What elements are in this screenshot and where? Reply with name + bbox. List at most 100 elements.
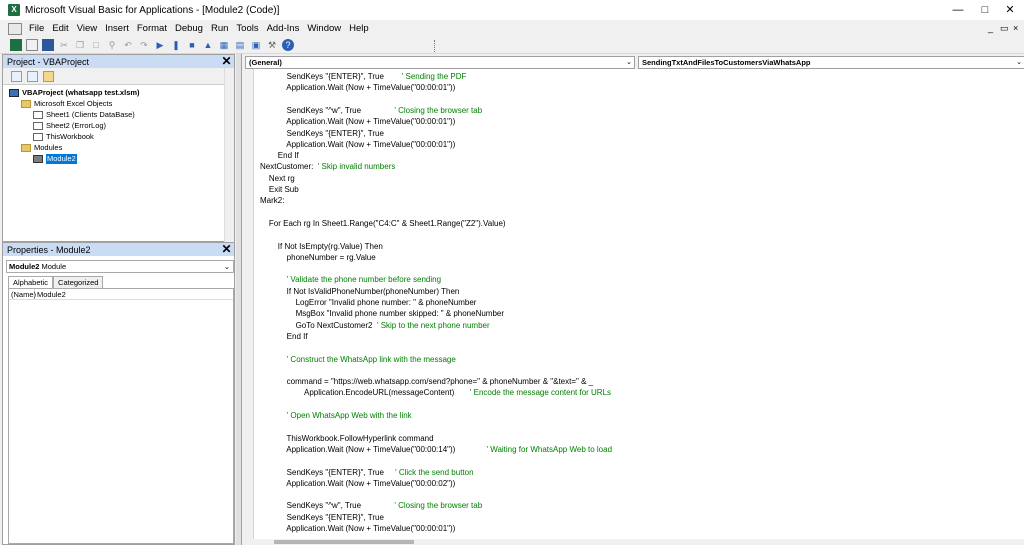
code-line[interactable]: command = "https://web.whatsapp.com/send…: [260, 376, 593, 387]
toolbox-icon[interactable]: ⚒: [266, 39, 278, 51]
menu-tools[interactable]: Tools: [232, 23, 262, 34]
mdi-restore-button[interactable]: ▭: [1000, 20, 1009, 37]
property-row[interactable]: (Name) Module2: [9, 289, 233, 300]
code-line[interactable]: Mark2:: [260, 195, 284, 206]
scroll-thumb[interactable]: [274, 540, 414, 544]
tree-node[interactable]: Sheet2 (ErrorLog): [33, 121, 106, 131]
menu-help[interactable]: Help: [345, 23, 373, 34]
code-line[interactable]: If Not IsEmpty(rg.Value) Then: [260, 241, 383, 252]
properties-pane-header: Properties - Module2 ✕: [3, 243, 234, 256]
tree-node-label: Modules: [34, 143, 63, 152]
menu-debug[interactable]: Debug: [171, 23, 207, 34]
code-line[interactable]: SendKeys "{ENTER}", True: [260, 512, 384, 523]
code-line[interactable]: If Not IsValidPhoneNumber(phoneNumber) T…: [260, 286, 460, 297]
code-line[interactable]: Application.EncodeURL(messageContent) ' …: [260, 387, 611, 398]
mdi-minimize-button[interactable]: _: [988, 20, 993, 37]
code-line[interactable]: End If: [260, 150, 299, 161]
view-code-icon[interactable]: [11, 71, 22, 82]
menu-view[interactable]: View: [73, 23, 101, 34]
code-line[interactable]: SendKeys "^w", True ' Closing the browse…: [260, 105, 483, 116]
undo-icon[interactable]: ↶: [122, 39, 134, 51]
code-line[interactable]: phoneNumber = rg.Value: [260, 252, 376, 263]
tree-node-label: VBAProject (whatsapp test.xlsm): [22, 88, 140, 97]
close-button[interactable]: ✕: [990, 0, 1024, 20]
code-line[interactable]: Application.Wait (Now + TimeValue("00:00…: [260, 116, 455, 127]
mdi-close-button[interactable]: ×: [1013, 20, 1018, 37]
project-explorer-icon[interactable]: ▦: [218, 39, 230, 51]
code-line[interactable]: ' Construct the WhatsApp link with the m…: [260, 354, 456, 365]
tree-node[interactable]: Module2: [33, 154, 77, 164]
reset-icon[interactable]: ■: [186, 39, 198, 51]
cut-icon[interactable]: ✂: [58, 39, 70, 51]
code-horizontal-scrollbar[interactable]: [242, 539, 1024, 545]
tree-node[interactable]: Modules: [21, 143, 62, 153]
code-line[interactable]: Application.Wait (Now + TimeValue("00:00…: [260, 444, 612, 455]
code-line[interactable]: SendKeys "^w", True ' Closing the browse…: [260, 500, 483, 511]
menu-format[interactable]: Format: [133, 23, 171, 34]
properties-window-icon[interactable]: ▤: [234, 39, 246, 51]
view-object-icon[interactable]: [27, 71, 38, 82]
chevron-down-icon: ⌄: [626, 59, 632, 66]
menu-run[interactable]: Run: [207, 23, 232, 34]
code-editor[interactable]: SendKeys "{ENTER}", True ' Sending the P…: [254, 69, 1024, 539]
paste-icon[interactable]: □: [90, 39, 102, 51]
object-browser-icon[interactable]: ▣: [250, 39, 262, 51]
code-line[interactable]: ' Open WhatsApp Web with the link: [260, 410, 412, 421]
code-line[interactable]: SendKeys "{ENTER}", True ' Sending the P…: [260, 71, 467, 82]
code-line[interactable]: LogError "Invalid phone number: " & phon…: [260, 297, 477, 308]
tree-node[interactable]: ThisWorkbook: [33, 132, 94, 142]
code-line[interactable]: Application.Wait (Now + TimeValue("00:00…: [260, 478, 455, 489]
object-select[interactable]: Module2 Module ⌄: [6, 260, 234, 273]
code-line[interactable]: End If: [260, 331, 308, 342]
code-line[interactable]: Application.Wait (Now + TimeValue("00:00…: [260, 139, 455, 150]
toggle-folders-icon[interactable]: [43, 71, 54, 82]
copy-icon[interactable]: ❐: [74, 39, 86, 51]
help-icon[interactable]: ?: [282, 39, 294, 51]
menu-edit[interactable]: Edit: [48, 23, 72, 34]
code-line[interactable]: MsgBox "Invalid phone number skipped: " …: [260, 308, 504, 319]
code-line[interactable]: Exit Sub: [260, 184, 299, 195]
insert-userform-icon[interactable]: [26, 39, 38, 51]
toolbar-grip[interactable]: [434, 40, 441, 52]
procedure-combo[interactable]: SendingTxtAndFilesToCustomersViaWhatsApp…: [638, 56, 1024, 69]
redo-icon[interactable]: ↷: [138, 39, 150, 51]
properties-pane-close-icon[interactable]: ✕: [221, 243, 232, 256]
code-text: Application.EncodeURL(messageContent): [260, 388, 470, 398]
code-header: (General) ⌄ SendingTxtAndFilesToCustomer…: [242, 54, 1024, 69]
code-window: (General) ⌄ SendingTxtAndFilesToCustomer…: [241, 54, 1024, 545]
code-line[interactable]: NextCustomer: ' Skip invalid numbers: [260, 161, 395, 172]
code-line[interactable]: SendKeys "{ENTER}", True: [260, 128, 384, 139]
code-text: SendKeys "^w", True: [260, 501, 395, 511]
code-line[interactable]: Application.Wait (Now + TimeValue("00:00…: [260, 82, 455, 93]
code-line[interactable]: SendKeys "{ENTER}", True ' Click the sen…: [260, 467, 474, 478]
tab-alphabetic[interactable]: Alphabetic: [8, 276, 54, 288]
save-icon[interactable]: [42, 39, 54, 51]
break-icon[interactable]: ❚: [170, 39, 182, 51]
code-line[interactable]: ThisWorkbook.FollowHyperlink command: [260, 433, 434, 444]
find-icon[interactable]: ⚲: [106, 39, 118, 51]
tab-categorized[interactable]: Categorized: [53, 276, 104, 288]
tree-node[interactable]: Microsoft Excel Objects: [21, 99, 112, 109]
code-line[interactable]: GoTo NextCustomer2 ' Skip to the next ph…: [260, 320, 490, 331]
object-combo[interactable]: (General) ⌄: [245, 56, 635, 69]
code-line[interactable]: Application.Wait (Now + TimeValue("00:00…: [260, 523, 455, 534]
menu-file[interactable]: File: [25, 23, 48, 34]
property-value[interactable]: Module2: [35, 289, 66, 299]
tree-node[interactable]: VBAProject (whatsapp test.xlsm): [9, 88, 140, 98]
code-line[interactable]: For Each rg In Sheet1.Range("C4:C" & She…: [260, 218, 506, 229]
run-icon[interactable]: ▶: [154, 39, 166, 51]
project-scrollbar[interactable]: [224, 68, 234, 243]
margin-indicator-bar[interactable]: [242, 69, 254, 545]
menu-add-ins[interactable]: Add-Ins: [263, 23, 304, 34]
project-pane-close-icon[interactable]: ✕: [221, 55, 232, 68]
view-excel-icon[interactable]: [10, 39, 22, 51]
menu-insert[interactable]: Insert: [101, 23, 133, 34]
object-name: Module2: [9, 262, 40, 271]
code-comment: ' Open WhatsApp Web with the link: [260, 411, 412, 420]
menu-window[interactable]: Window: [303, 23, 345, 34]
code-line[interactable]: ' Validate the phone number before sendi…: [260, 274, 441, 285]
tree-node[interactable]: Sheet1 (Clients DataBase): [33, 110, 135, 120]
design-mode-icon[interactable]: ▲: [202, 39, 214, 51]
code-line[interactable]: Next rg: [260, 173, 295, 184]
project-icon: [9, 89, 19, 97]
